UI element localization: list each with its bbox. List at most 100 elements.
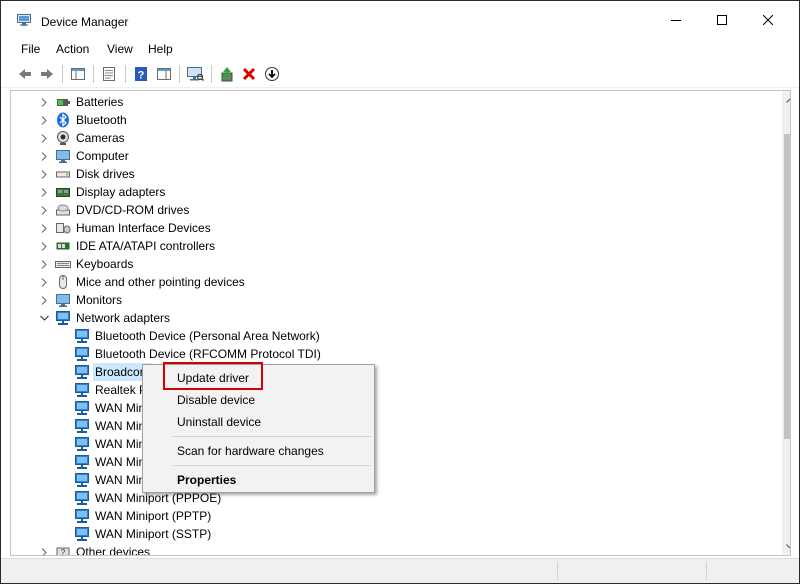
chevron-right-icon — [41, 223, 47, 233]
action-pane-icon — [157, 68, 171, 80]
expand-toggle[interactable] — [38, 201, 50, 219]
show-hide-console-tree-button[interactable] — [68, 64, 88, 84]
battery-icon — [55, 94, 71, 110]
tree-category[interactable]: Batteries — [38, 93, 123, 111]
tree-category[interactable]: Keyboards — [38, 255, 133, 273]
tree-category[interactable]: Bluetooth — [38, 111, 127, 129]
network-adapter-icon — [74, 328, 90, 344]
tree-category[interactable]: Network adapters — [38, 309, 170, 327]
vertical-scrollbar[interactable] — [782, 91, 790, 555]
uninstall-device-icon — [242, 67, 256, 81]
display-adapter-icon — [55, 184, 71, 200]
toolbar-separator — [93, 65, 94, 83]
tree-label: WAN Miniport (PPTP) — [95, 509, 212, 523]
network-adapter-icon — [74, 364, 90, 380]
tree-device[interactable]: Realtek P — [74, 381, 147, 399]
tree-label: Mice and other pointing devices — [76, 275, 245, 289]
tree-device[interactable]: WAN Mini — [74, 399, 148, 417]
tree-category[interactable]: Monitors — [38, 291, 122, 309]
expand-toggle[interactable] — [38, 255, 50, 273]
tree-label: WAN Mini — [95, 455, 148, 469]
show-hide-console-tree-icon — [71, 68, 85, 80]
tree-device[interactable]: Broadcom — [74, 363, 152, 381]
expand-toggle[interactable] — [38, 165, 50, 183]
update-driver-toolbar-button[interactable] — [217, 64, 237, 84]
tree-label: Cameras — [76, 131, 125, 145]
menu-view[interactable]: View — [105, 42, 135, 56]
forward-button[interactable] — [37, 64, 57, 84]
tree-device[interactable]: WAN Mini — [74, 453, 148, 471]
tree-device[interactable]: Bluetooth Device (RFCOMM Protocol TDI) — [74, 345, 321, 363]
tree-device[interactable]: WAN Miniport (SSTP) — [74, 525, 211, 543]
tree-category[interactable]: Cameras — [38, 129, 125, 147]
scroll-down-button[interactable] — [782, 538, 790, 555]
minimize-button[interactable] — [653, 1, 699, 39]
tree-device[interactable]: WAN Mini — [74, 471, 148, 489]
ctx-update-driver[interactable]: Update driver — [143, 367, 374, 389]
status-bar — [1, 558, 799, 583]
dvd-drive-icon — [55, 202, 71, 218]
chevron-right-icon — [41, 259, 47, 269]
tree-category[interactable]: Disk drives — [38, 165, 135, 183]
expand-toggle[interactable] — [38, 219, 50, 237]
hid-icon — [55, 220, 71, 236]
scroll-up-button[interactable] — [782, 91, 790, 108]
tree-device[interactable]: WAN Mini — [74, 435, 148, 453]
action-pane-button[interactable] — [154, 64, 174, 84]
tree-category[interactable]: Mice and other pointing devices — [38, 273, 245, 291]
tree-category[interactable]: Computer — [38, 147, 129, 165]
download-driver-icon — [265, 67, 279, 81]
tree-category[interactable]: DVD/CD-ROM drives — [38, 201, 189, 219]
tree-category[interactable]: IDE ATA/ATAPI controllers — [38, 237, 215, 255]
ctx-uninstall-device[interactable]: Uninstall device — [143, 411, 374, 433]
collapse-toggle[interactable] — [38, 309, 50, 327]
menu-file[interactable]: File — [19, 42, 42, 56]
properties-button[interactable] — [99, 64, 119, 84]
tree-category[interactable]: ? Other devices — [38, 543, 150, 556]
back-button[interactable] — [15, 64, 35, 84]
close-button[interactable] — [745, 1, 791, 39]
expand-toggle[interactable] — [38, 147, 50, 165]
tree-label: Realtek P — [95, 383, 148, 397]
tree-label: WAN Mini — [95, 419, 148, 433]
device-tree[interactable]: Batteries Bluetooth Cameras Computer Disk dr… — [10, 90, 791, 556]
chevron-down-icon — [786, 543, 790, 549]
expand-toggle[interactable] — [38, 111, 50, 129]
chevron-right-icon — [41, 97, 47, 107]
maximize-button[interactable] — [699, 1, 745, 39]
download-driver-toolbar-button[interactable] — [262, 64, 282, 84]
network-adapter-icon — [74, 472, 90, 488]
expand-toggle[interactable] — [38, 129, 50, 147]
scan-hardware-button[interactable] — [185, 64, 205, 84]
help-icon: ? — [135, 67, 147, 82]
menu-action[interactable]: Action — [54, 42, 91, 56]
scroll-thumb[interactable] — [784, 134, 790, 439]
expand-toggle[interactable] — [38, 291, 50, 309]
back-arrow-icon — [19, 69, 31, 79]
help-button[interactable]: ? — [131, 64, 151, 84]
tree-label: WAN Mini — [95, 473, 148, 487]
tree-label: IDE ATA/ATAPI controllers — [76, 239, 216, 253]
tree-device[interactable]: Bluetooth Device (Personal Area Network) — [74, 327, 320, 345]
update-driver-icon — [221, 67, 233, 82]
tree-category[interactable]: Human Interface Devices — [38, 219, 211, 237]
ctx-properties[interactable]: Properties — [143, 469, 374, 491]
expand-toggle[interactable] — [38, 93, 50, 111]
expand-toggle[interactable] — [38, 273, 50, 291]
expand-toggle[interactable] — [38, 543, 50, 555]
tree-device[interactable]: WAN Mini — [74, 417, 148, 435]
tree-label: Keyboards — [76, 257, 134, 271]
svg-text:?: ? — [61, 548, 66, 556]
expand-toggle[interactable] — [38, 237, 50, 255]
tree-device[interactable]: WAN Miniport (PPTP) — [74, 507, 211, 525]
title-bar: Device Manager — [1, 1, 799, 39]
ctx-disable-device[interactable]: Disable device — [143, 389, 374, 411]
tree-category[interactable]: Display adapters — [38, 183, 165, 201]
chevron-up-icon — [786, 97, 790, 103]
monitor-icon — [55, 292, 71, 308]
menu-help[interactable]: Help — [146, 42, 175, 56]
expand-toggle[interactable] — [38, 183, 50, 201]
network-adapter-icon — [74, 346, 90, 362]
ctx-scan-hardware[interactable]: Scan for hardware changes — [143, 440, 374, 462]
uninstall-device-toolbar-button[interactable] — [239, 64, 259, 84]
